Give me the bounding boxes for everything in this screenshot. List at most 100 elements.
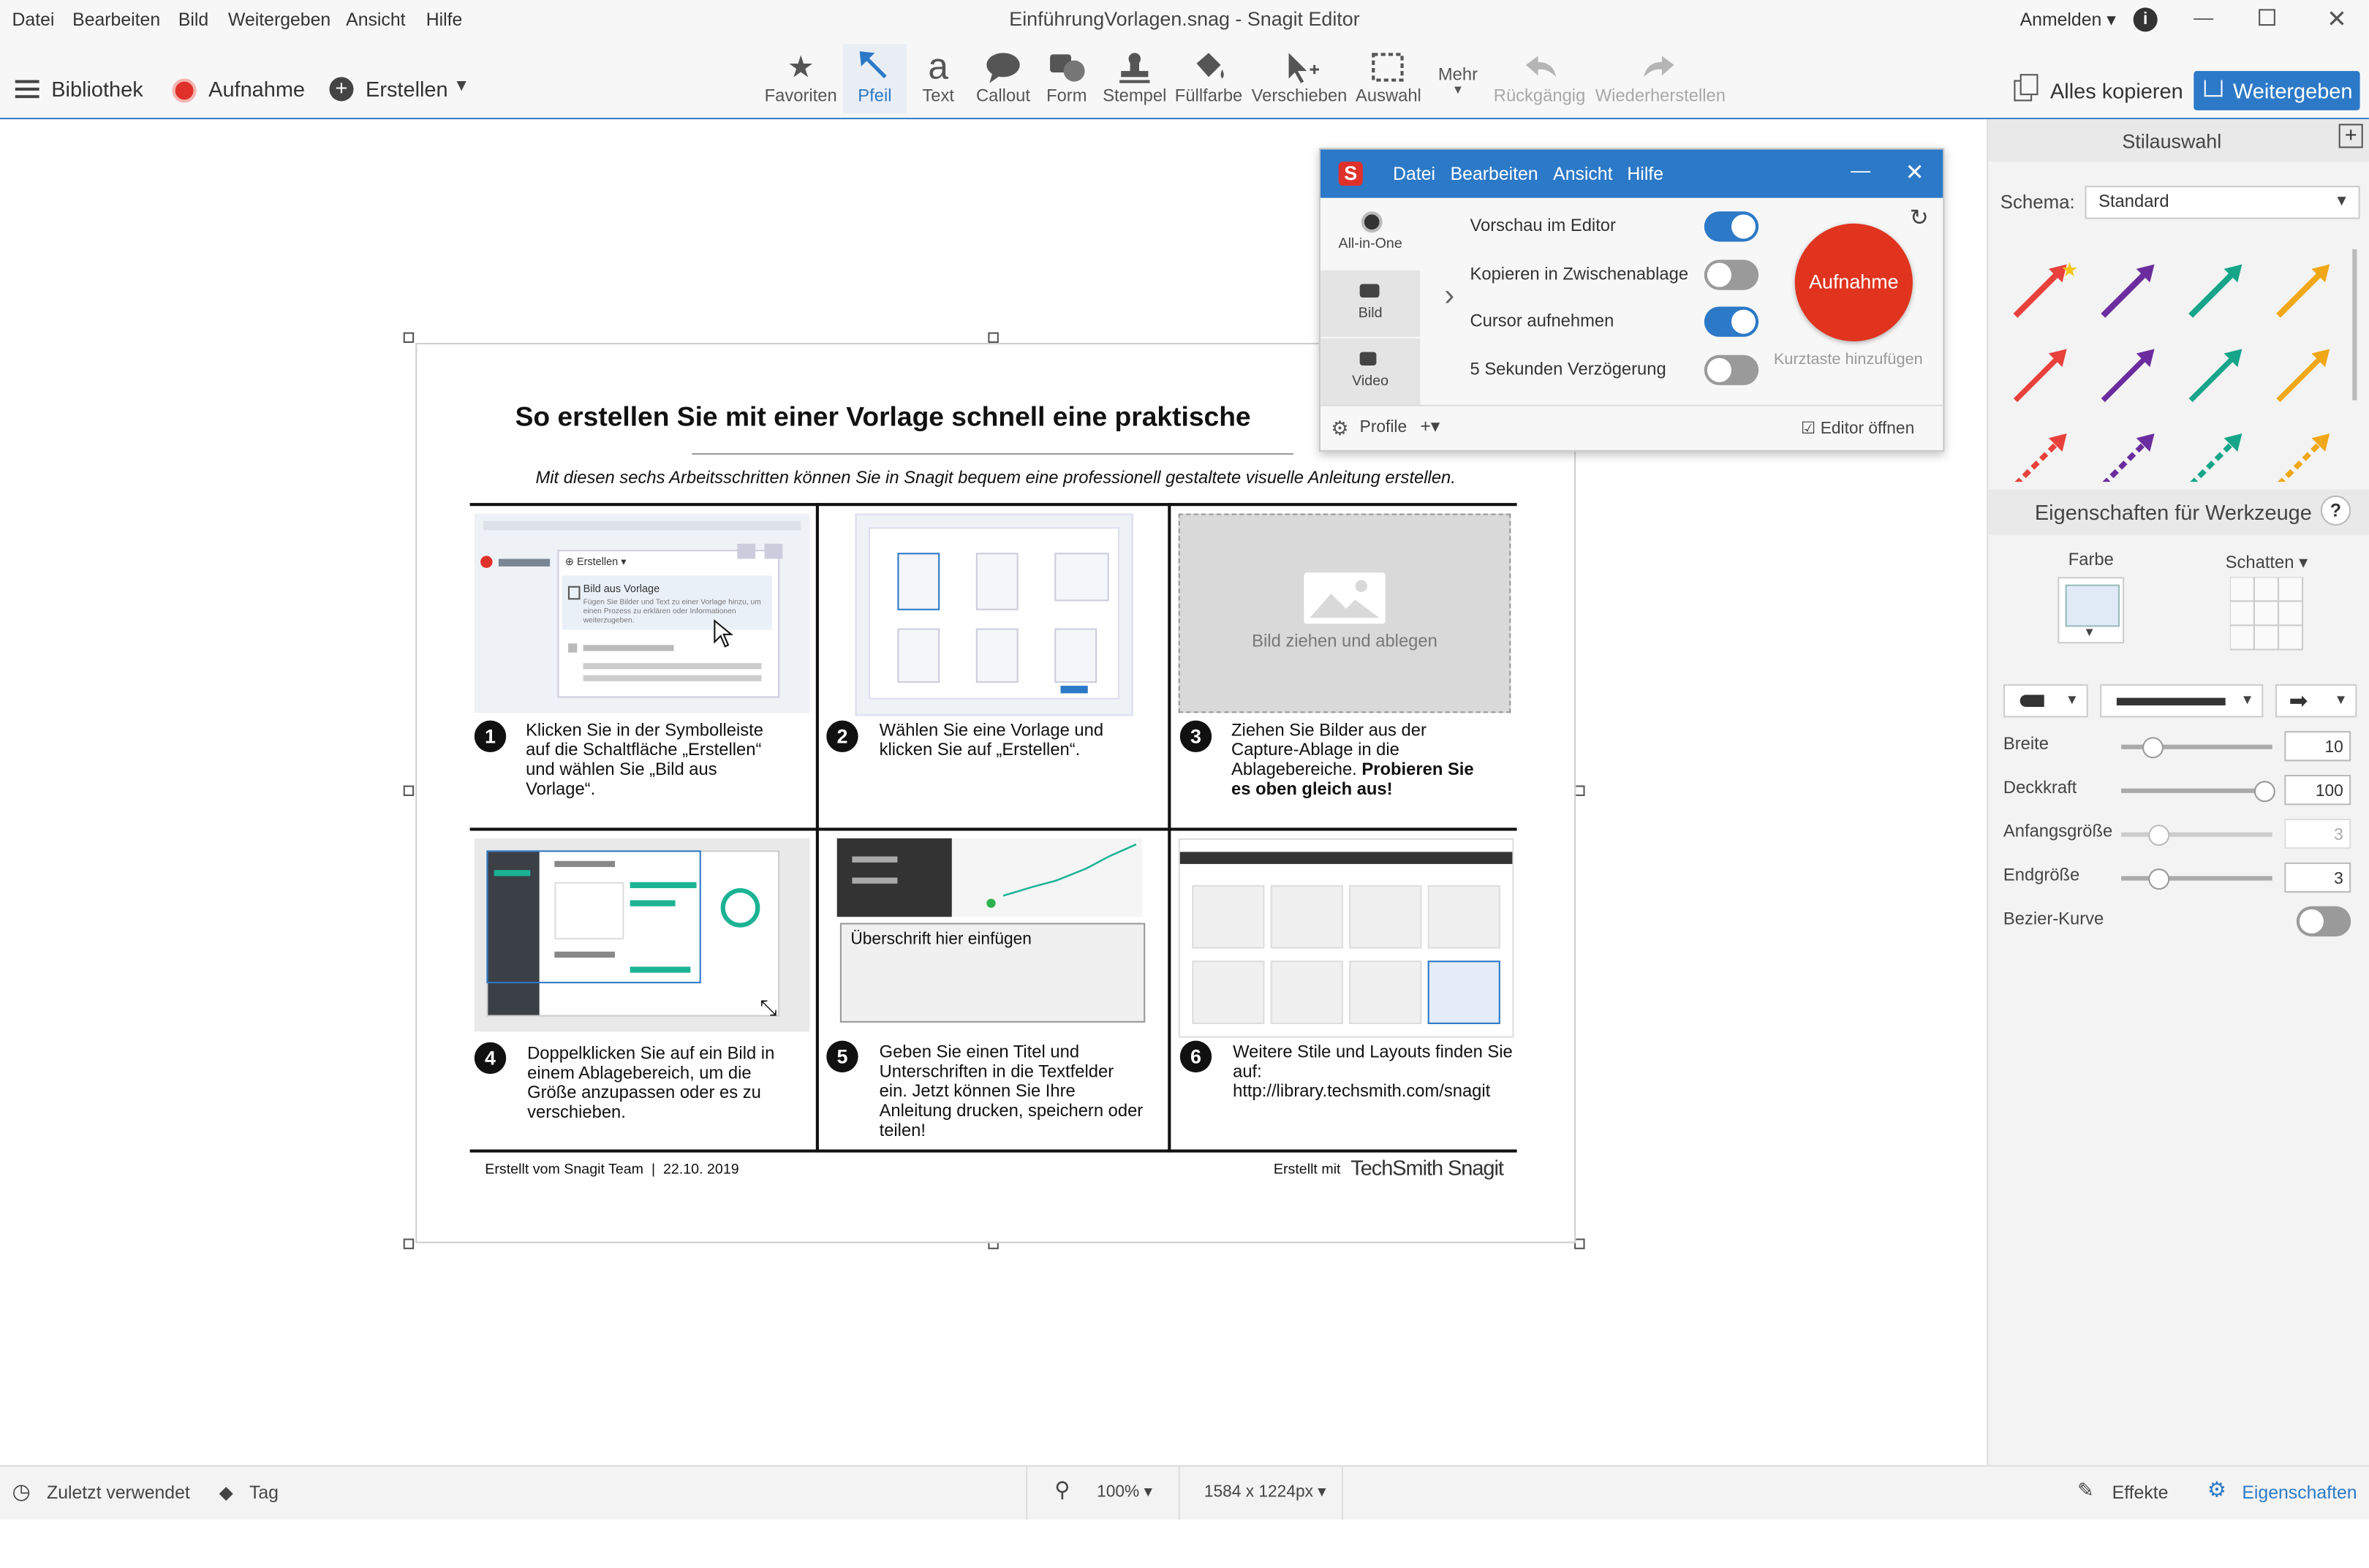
arrow-style-swatch[interactable] <box>2014 433 2067 482</box>
step4-text[interactable]: Doppelklicken Sie auf ein Bild in einem … <box>527 1045 792 1124</box>
tool-callout[interactable]: Callout <box>970 48 1037 106</box>
end-size-input[interactable]: 3 <box>2284 862 2351 893</box>
option-clipboard-toggle[interactable] <box>1704 260 1759 290</box>
arrow-style-swatch[interactable] <box>2277 433 2330 482</box>
restore-icon[interactable] <box>2259 9 2275 26</box>
step4-image[interactable]: ⤡ <box>474 838 810 1032</box>
headline-textbox[interactable]: Überschrift hier einfügen <box>839 923 1146 1023</box>
mode-video[interactable]: Video <box>1320 338 1421 405</box>
chevron-right-icon[interactable]: › <box>1444 279 1454 314</box>
schema-dropdown[interactable]: Standard ▼ <box>2085 186 2360 219</box>
shadow-grid[interactable] <box>2229 577 2305 652</box>
add-shortcut-link[interactable]: Kurztaste hinzufügen <box>1774 350 1923 368</box>
tool-pfeil[interactable]: Pfeil <box>842 43 907 113</box>
capture-close-icon[interactable]: ✕ <box>1905 159 1924 186</box>
resize-handle[interactable] <box>403 332 415 344</box>
arrow-style-swatch[interactable] <box>2101 264 2155 318</box>
tool-mehr[interactable]: Mehr ▼ <box>1431 67 1485 96</box>
capture-window[interactable]: S Datei Bearbeiten Ansicht Hilfe — ✕ All… <box>1318 148 1945 452</box>
capture-minimize-icon[interactable]: — <box>1851 159 1870 181</box>
opacity-slider[interactable] <box>2121 781 2275 803</box>
gear-icon[interactable]: ⚙ <box>1331 417 1348 441</box>
arrow-style-swatch[interactable] <box>2013 264 2067 318</box>
step5-text[interactable]: Geben Sie einen Titel und Unterschriften… <box>880 1044 1144 1142</box>
shadow-label[interactable]: Schatten ▾ <box>2226 551 2308 572</box>
arrow-style-swatch[interactable] <box>2188 349 2243 403</box>
close-icon[interactable]: ✕ <box>2327 4 2347 34</box>
bezier-toggle[interactable] <box>2296 906 2351 937</box>
tool-auswahl[interactable]: Auswahl <box>1352 48 1424 106</box>
step2-text[interactable]: Wählen Sie eine Vorlage und klicken Sie … <box>880 722 1136 762</box>
arrow-style-swatch[interactable] <box>2101 349 2155 403</box>
option-preview-toggle[interactable] <box>1704 211 1759 242</box>
recent-button[interactable]: Zuletzt verwendet <box>47 1482 190 1503</box>
capture-menu-hilfe[interactable]: Hilfe <box>1627 163 1663 184</box>
option-delay-toggle[interactable] <box>1704 355 1759 385</box>
tool-text[interactable]: a Text <box>911 48 965 106</box>
start-size-input[interactable]: 3 <box>2284 818 2351 849</box>
arrow-style-swatch[interactable] <box>2190 433 2243 482</box>
step3-text[interactable]: Ziehen Sie Bilder aus der Capture-Ablage… <box>1231 722 1496 800</box>
capture-big-button[interactable]: Aufnahme <box>1794 223 1913 341</box>
arrow-start-dropdown[interactable]: ▼ <box>2003 684 2088 718</box>
zoom-dropdown[interactable]: 100% ▾ <box>1097 1482 1152 1501</box>
rotate-handle[interactable] <box>986 898 996 908</box>
width-input[interactable]: 10 <box>2284 731 2351 762</box>
arrow-style-swatch[interactable] <box>2276 264 2330 318</box>
capture-menu-bearbeiten[interactable]: Bearbeiten <box>1451 163 1538 184</box>
tool-fuellfarbe[interactable]: Füllfarbe <box>1169 48 1247 106</box>
end-size-slider[interactable] <box>2121 868 2272 890</box>
arrow-style-swatch[interactable] <box>2188 264 2243 318</box>
tool-favoriten[interactable]: ★ Favoriten <box>760 48 842 105</box>
help-icon[interactable]: ? <box>2320 495 2351 526</box>
capture-menu-datei[interactable]: Datei <box>1393 163 1435 184</box>
resize-handle[interactable] <box>403 785 415 796</box>
step1-text[interactable]: Klicken Sie in der Symbolleiste auf die … <box>526 722 790 800</box>
add-style-icon[interactable]: + <box>2338 124 2363 148</box>
arrow-style-swatch[interactable] <box>2276 349 2330 403</box>
footer-credit[interactable]: Erstellt vom Snagit Team | 22.10. 2019 <box>485 1162 738 1178</box>
resize-handle[interactable] <box>1574 1238 1585 1249</box>
tag-button[interactable]: Tag <box>249 1482 279 1503</box>
option-cursor-toggle[interactable] <box>1704 306 1759 337</box>
line-style-dropdown[interactable]: ▼ <box>2100 684 2264 718</box>
template-document[interactable]: So erstellen Sie mit einer Vorlage schne… <box>415 343 1576 1243</box>
effects-button[interactable]: Effekte <box>2112 1482 2169 1503</box>
share-button[interactable]: Weitergeben <box>2194 71 2360 110</box>
start-size-slider[interactable] <box>2121 825 2272 847</box>
step1-image[interactable]: ⊕ Erstellen ▾ Bild aus Vorlage Fügen Sie… <box>474 513 810 713</box>
arrow-style-grid[interactable]: ★ <box>2003 255 2348 482</box>
profiles-button[interactable]: Profile <box>1360 418 1407 436</box>
canvas-size-dropdown[interactable]: 1584 x 1224px ▾ <box>1204 1482 1326 1501</box>
resize-handle[interactable] <box>988 332 999 344</box>
resize-handle[interactable] <box>403 1238 415 1249</box>
capture-menu-ansicht[interactable]: Ansicht <box>1553 163 1612 184</box>
tool-redo[interactable]: Wiederherstellen <box>1592 48 1728 106</box>
width-slider[interactable] <box>2121 737 2272 759</box>
tool-stempel[interactable]: Stempel <box>1098 48 1171 106</box>
resize-handle[interactable] <box>1574 785 1585 796</box>
arrow-end-dropdown[interactable]: ➡ ▼ <box>2275 684 2357 718</box>
add-profile-icon[interactable]: +▾ <box>1420 415 1440 436</box>
mode-all-in-one[interactable]: All-in-One <box>1320 199 1421 269</box>
color-picker[interactable]: ▼ <box>2058 577 2125 644</box>
open-editor-button[interactable]: ☑ Editor öffnen <box>1801 418 1914 438</box>
document-subtitle[interactable]: Mit diesen sechs Arbeitsschritten können… <box>417 470 1574 488</box>
tool-undo[interactable]: Rückgängig <box>1489 48 1589 106</box>
mode-bild[interactable]: Bild <box>1320 270 1421 337</box>
arrow-style-swatch[interactable] <box>2013 349 2067 403</box>
drop-zone[interactable]: Bild ziehen und ablegen <box>1178 513 1511 713</box>
minimize-icon[interactable]: — <box>2194 6 2213 29</box>
tool-form[interactable]: Form <box>1040 48 1094 106</box>
step6-text[interactable]: Weitere Stile und Layouts finden Sie auf… <box>1233 1044 1520 1103</box>
info-icon[interactable]: i <box>2133 7 2158 32</box>
opacity-input[interactable]: 100 <box>2284 775 2351 806</box>
arrow-style-swatch[interactable] <box>2102 433 2155 482</box>
tool-verschieben[interactable]: Verschieben <box>1250 48 1349 106</box>
reset-icon[interactable]: ↻ <box>1910 204 1929 231</box>
styles-scrollbar[interactable] <box>2352 249 2357 401</box>
step2-image[interactable] <box>855 513 1133 716</box>
step6-image[interactable] <box>1178 838 1514 1038</box>
properties-button[interactable]: Eigenschaften <box>2242 1482 2357 1503</box>
sign-in-button[interactable]: Anmelden ▾ <box>2020 9 2116 30</box>
